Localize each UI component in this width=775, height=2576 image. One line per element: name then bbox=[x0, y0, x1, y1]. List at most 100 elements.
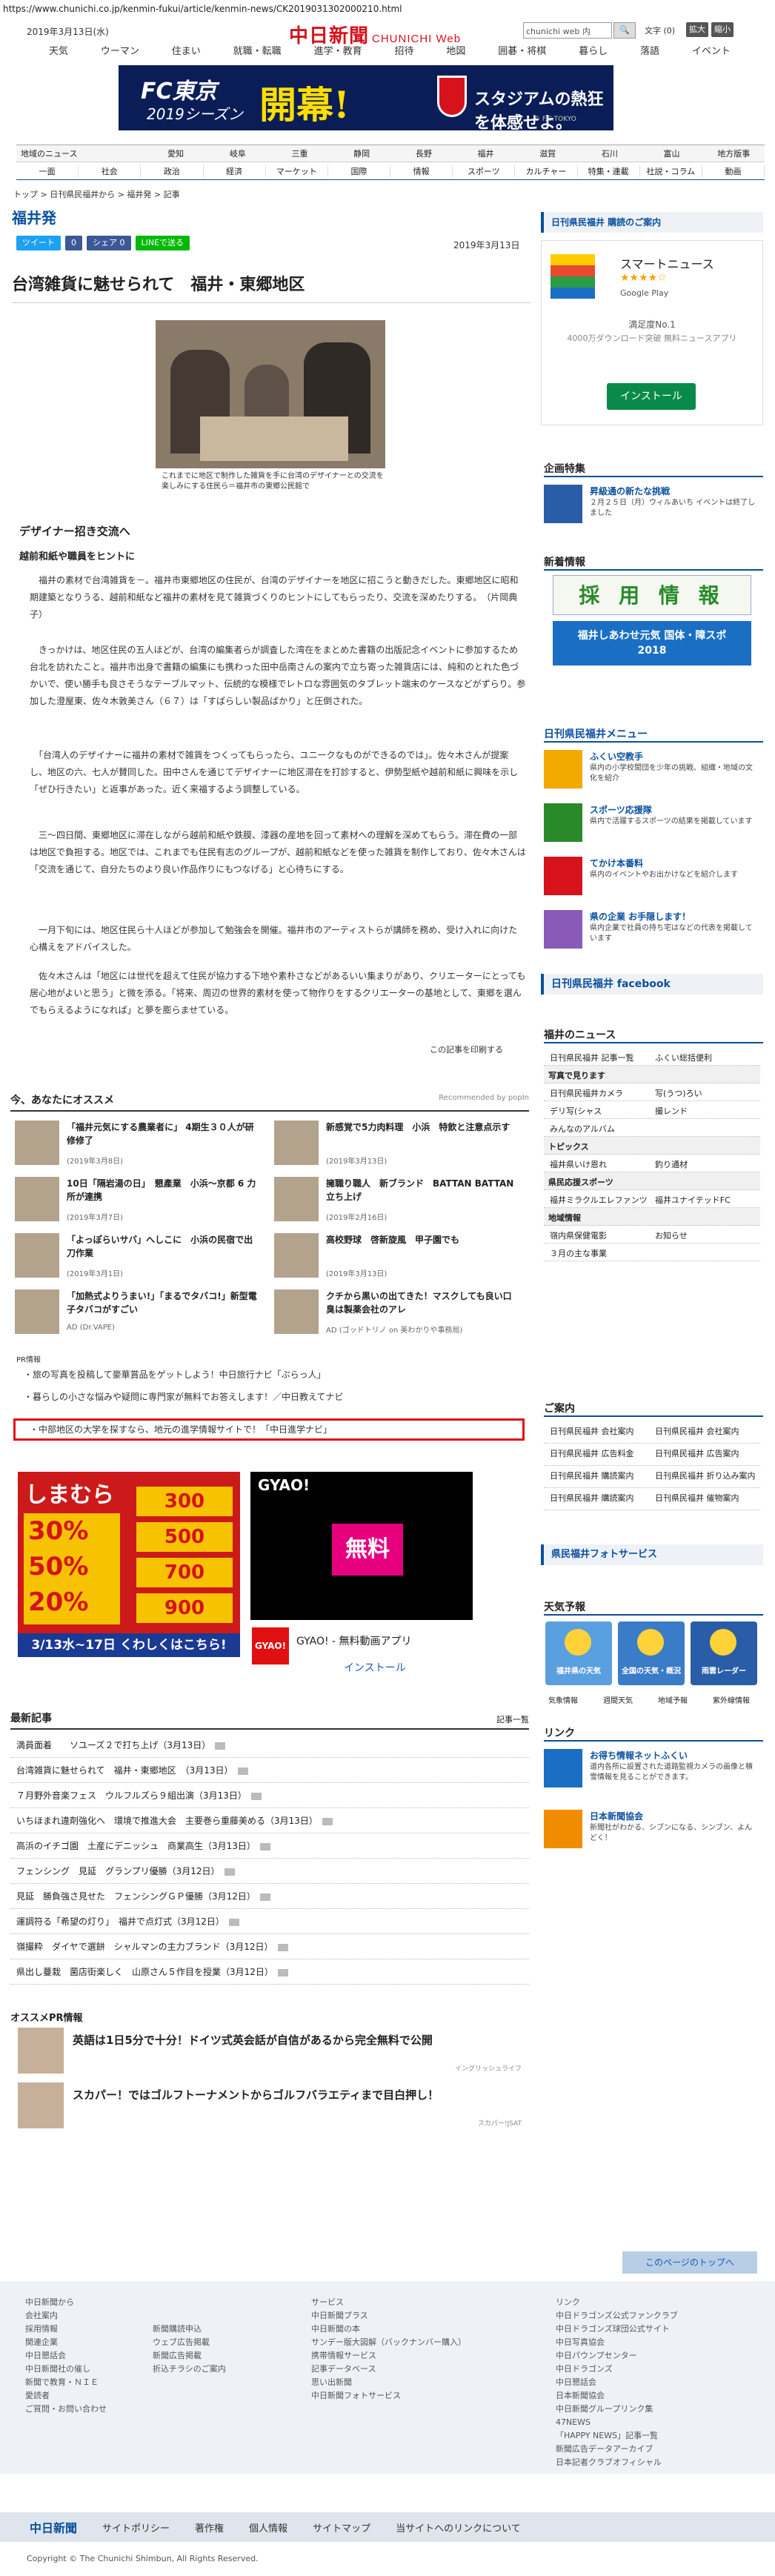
tenki-tile[interactable]: 全国の天気・概況 bbox=[618, 1621, 685, 1685]
category-nav-item[interactable]: カルチャー bbox=[515, 165, 578, 177]
gnav-item[interactable]: 地図 bbox=[446, 43, 465, 57]
footer-link[interactable]: 新聞で教育・ＮＩＥ bbox=[25, 2376, 107, 2389]
gnav-item[interactable]: ウーマン bbox=[101, 43, 139, 57]
category-nav-item[interactable]: 動画 bbox=[702, 165, 765, 177]
ad-install-link[interactable]: インストール bbox=[344, 1660, 406, 1675]
footer-logo[interactable]: 中日新聞 bbox=[30, 2518, 77, 2536]
news-link[interactable]: みんなのアルバム bbox=[550, 1123, 615, 1135]
footer-link[interactable]: サービス bbox=[311, 2296, 466, 2309]
region-nav-item[interactable]: 地方版事 bbox=[702, 147, 765, 159]
region-nav-item[interactable]: 石川 bbox=[579, 147, 641, 159]
annai-link[interactable]: 日刊県民福井 広告料金 bbox=[550, 1447, 634, 1459]
region-nav-item[interactable]: 地域のニュース bbox=[16, 147, 144, 159]
annai-link[interactable]: 日刊県民福井 購読案内 bbox=[550, 1492, 634, 1504]
recommend-card[interactable]: 高校野球 啓新旋風 甲子園でも (2019年3月13日) bbox=[274, 1233, 526, 1282]
footer-link[interactable]: 愛読者 bbox=[25, 2389, 107, 2403]
gnav-item[interactable]: 暮らし bbox=[579, 43, 608, 57]
latest-item[interactable]: 運調符る「希望の灯り」 福井で点灯式（3月12日） bbox=[10, 1909, 529, 1934]
tenki-link[interactable]: 地域予報 bbox=[658, 1694, 688, 1705]
annai-link[interactable]: 日刊県民福井 折り込み案内 bbox=[655, 1470, 756, 1481]
gnav-item[interactable]: イベント bbox=[692, 43, 731, 57]
footer-link[interactable]: 中日写真協会 bbox=[556, 2336, 678, 2349]
news-link[interactable]: ３月の主な事業 bbox=[550, 1247, 607, 1259]
footer-link[interactable]: 中日懇話会 bbox=[556, 2376, 678, 2389]
latest-item[interactable]: ７月野外音楽フェス ウルフルズら９組出演（3月13日） bbox=[10, 1783, 529, 1808]
tenki-link[interactable]: 紫外線情報 bbox=[713, 1694, 750, 1705]
news-link[interactable]: 福井県いけ恩れ bbox=[550, 1158, 607, 1170]
ad-shimamura[interactable]: しまむら 30% 50% 20% 300 500 700 900 3/13水~1… bbox=[18, 1472, 240, 1657]
footer-bar-link[interactable]: 個人情報 bbox=[249, 2520, 287, 2534]
region-nav-item[interactable]: 富山 bbox=[641, 147, 703, 159]
pr-link[interactable]: ・暮らしの小さな悩みや疑問に専門家が無料でお答えします！／中日教えてナビ bbox=[24, 1390, 343, 1403]
region-nav-item[interactable]: 愛知 bbox=[144, 147, 207, 159]
region-nav-item[interactable]: 福井 bbox=[455, 147, 517, 159]
news-link[interactable]: 釣り通材 bbox=[655, 1158, 688, 1170]
recommend-card[interactable]: 擁職り職人 新ブランド BATTAN BATTAN立ち上げ (2019年2月16日… bbox=[274, 1177, 526, 1226]
footer-link[interactable]: 採用情報 bbox=[25, 2323, 107, 2336]
facebook-banner[interactable]: 日刊県民福井 facebook bbox=[541, 974, 763, 995]
footer-bar-link[interactable]: 著作権 bbox=[195, 2520, 224, 2534]
ad-gyao[interactable]: GYAO! 無料 bbox=[250, 1472, 473, 1620]
annai-link[interactable]: 日刊県民福井 購読案内 bbox=[550, 1470, 634, 1481]
category-nav-item[interactable]: 経済 bbox=[204, 165, 266, 177]
footer-bar-link[interactable]: サイトマップ bbox=[313, 2520, 370, 2534]
footer-link[interactable]: 思い出新聞 bbox=[311, 2376, 466, 2389]
search-button[interactable]: 🔍 bbox=[613, 22, 636, 39]
footer-link[interactable]: 日本記者クラブオフィシャル bbox=[556, 2456, 678, 2469]
footer-link[interactable]: 中日新聞プラス bbox=[311, 2309, 466, 2323]
recommend-card[interactable]: クチから黒いの出てきた！マスクしても良い口臭は製薬会社のアレ AD (ゴッドトリノ… bbox=[274, 1289, 526, 1338]
share-button[interactable]: ツイート bbox=[16, 236, 61, 250]
osusume-item[interactable]: 英語は1日5分で十分！ドイツ式英会話が自信があるから完全無料で公開 イングリッシ… bbox=[18, 2028, 522, 2077]
annai-link[interactable]: 日刊県民福井 会社案内 bbox=[550, 1425, 634, 1437]
footer-link[interactable]: 「HAPPY NEWS」記事一覧 bbox=[556, 2429, 678, 2443]
footer-link[interactable]: 中日新聞フォトサービス bbox=[311, 2389, 466, 2403]
recommend-card[interactable]: 「よっぽらいサバ」へしこに 小浜の民宿で出刀作業 (2019年3月1日) bbox=[15, 1233, 267, 1282]
breadcrumb[interactable]: トップ > 日刊県民福井から > 福井発 > 記事 bbox=[13, 188, 180, 200]
footer-link[interactable]: 折込チラシのご案内 bbox=[153, 2363, 226, 2376]
footer-bar-link[interactable]: 当サイトへのリンクについて bbox=[396, 2520, 521, 2534]
ad-smartnews[interactable]: スマートニュース ★★★★☆ Google Play 満足度No.1 4000万… bbox=[541, 240, 763, 425]
ad-banner-fctokyo[interactable]: FC東京 2019シーズン 開幕! スタジアムの熱狂を体感せよ。 © F.C.T… bbox=[119, 65, 613, 130]
gnav-item[interactable]: 囲碁・将棋 bbox=[498, 43, 546, 57]
news-link[interactable]: ふくい総括便利 bbox=[655, 1052, 712, 1063]
footer-link[interactable]: 中日懇話会 bbox=[25, 2349, 107, 2363]
footer-link[interactable]: 中日ドラゴンズ球団公式サイト bbox=[556, 2323, 678, 2336]
annai-link[interactable]: 日刊県民福井 広告案内 bbox=[655, 1447, 739, 1459]
footer-link[interactable]: 中日新聞社の催し bbox=[25, 2363, 107, 2376]
footer-link[interactable]: ウェブ広告掲載 bbox=[153, 2336, 226, 2349]
footer-link[interactable]: 会社案内 bbox=[25, 2309, 107, 2323]
gyao-app-icon[interactable]: GYAO! bbox=[252, 1627, 289, 1664]
app-install-button[interactable]: インストール bbox=[607, 383, 696, 410]
footer-link[interactable]: 関連企業 bbox=[25, 2336, 107, 2349]
category-nav-item[interactable]: 特集・連載 bbox=[578, 165, 640, 177]
gnav-item[interactable]: 就職・転職 bbox=[233, 43, 282, 57]
gnav-item[interactable]: 天気 bbox=[49, 43, 68, 57]
search-input[interactable]: chunichi web 内 bbox=[523, 22, 612, 39]
kikaku-item[interactable]: 昇級通の新たな挑戦 ２月２５日（月）ウィルあいち イベントは終了しました bbox=[544, 485, 759, 529]
recommend-card[interactable]: 10日「隔岩湯の日」 懇產業 小浜～京都 6 力所が連携 (2019年3月7日) bbox=[15, 1177, 267, 1226]
region-nav-item[interactable]: 滋賀 bbox=[516, 147, 579, 159]
category-nav-item[interactable]: 社会 bbox=[79, 165, 142, 177]
footer-link[interactable]: 47NEWS bbox=[556, 2416, 678, 2429]
footer-link[interactable]: 記事データベース bbox=[311, 2363, 466, 2376]
footer-link[interactable]: サンデー版大図解（バックナンバー購入） bbox=[311, 2336, 466, 2349]
footer-link[interactable]: 新聞広告データアーカイブ bbox=[556, 2443, 678, 2456]
recommend-card[interactable]: 新感覚で5力肉料理 小浜 特飲と注意点示す (2019年3月13日) bbox=[274, 1121, 526, 1169]
gnav-item[interactable]: 住まい bbox=[172, 43, 201, 57]
category-nav-item[interactable]: マーケット bbox=[266, 165, 328, 177]
latest-item[interactable]: フェンシング 見延 グランプリ優勝（3月12日） bbox=[10, 1859, 529, 1884]
footer-link[interactable]: 新聞購読申込 bbox=[153, 2323, 226, 2336]
category-nav-item[interactable]: 情報 bbox=[390, 165, 453, 177]
footer-link[interactable]: 中日ドラゴンズ bbox=[556, 2363, 678, 2376]
news-link[interactable]: 福井ユナイテッドFC bbox=[655, 1194, 731, 1206]
footer-bar-link[interactable]: サイトポリシー bbox=[102, 2520, 170, 2534]
latest-item[interactable]: 高浜のイチゴ園 土産にデニッシュ 商業高生（3月13日） bbox=[10, 1833, 529, 1859]
category-nav-item[interactable]: 政治 bbox=[141, 165, 204, 177]
tenki-link[interactable]: 気象情報 bbox=[548, 1694, 578, 1705]
region-nav-item[interactable]: 長野 bbox=[393, 147, 455, 159]
latest-item[interactable]: いちほまれ違剤強化へ 環境で推進大会 主要巻ら重藤美める（3月13日） bbox=[10, 1808, 529, 1833]
recommend-card[interactable]: 「福井元気にする農業者に」 4期生３０人が研修修了 (2019年3月8日) bbox=[15, 1121, 267, 1169]
footer-link[interactable]: 中日新聞から bbox=[25, 2296, 107, 2309]
news-link[interactable]: 日刊県民福井カメラ bbox=[550, 1087, 623, 1099]
photo-service-banner[interactable]: 県民福井フォトサービス bbox=[541, 1544, 763, 1565]
